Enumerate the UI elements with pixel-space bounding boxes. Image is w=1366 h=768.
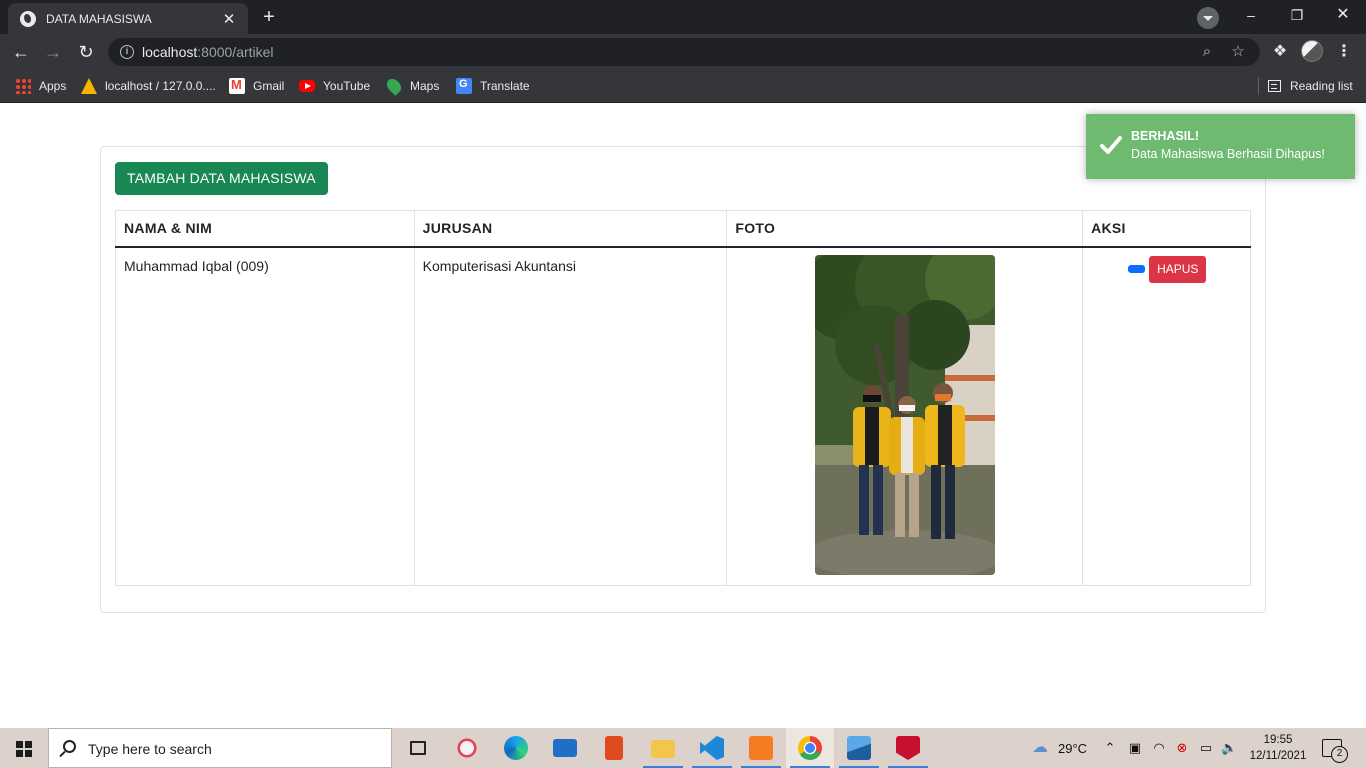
taskbar-app-chrome[interactable] [786,728,834,768]
weather-cloud-icon[interactable]: ☁ [1030,740,1050,756]
tab-close-icon[interactable]: ✕ [220,10,238,28]
weather-temp[interactable]: 29°C [1058,741,1087,756]
edge-icon [504,736,528,760]
youtube-icon [299,80,315,92]
cell-aksi: HAPUS [1082,246,1251,586]
chrome-icon [798,736,822,760]
antivirus-alert-icon[interactable]: ⊗ [1174,740,1190,756]
check-icon [1100,136,1122,154]
taskbar-app-xampp[interactable] [737,728,785,768]
reload-button[interactable]: ↻ [73,39,99,65]
cell-jurusan: Komputerisasi Akuntansi [413,246,728,586]
apps-grid-icon [15,78,31,94]
system-clock[interactable]: 19:55 12/11/2021 [1248,732,1308,764]
minimize-button[interactable]: – [1228,0,1274,30]
url-text[interactable]: localhost:8000/artikel [142,44,274,60]
add-student-button[interactable]: TAMBAH DATA MAHASISWA [115,162,328,195]
windows-taskbar: Type here to search ☁ 29°C ⌃ ▣ ◠ ⊗ ▭ 🔈 1… [0,728,1366,768]
zoom-icon[interactable]: ⌕ [1198,43,1216,61]
taskbar-search[interactable]: Type here to search [48,728,392,768]
bookmarks-bar: Apps localhost / 127.0.0.... Gmail YouTu… [0,70,1366,103]
maps-icon [384,76,404,96]
browser-titlebar: DATA MAHASISWA ✕ + – ❐ ✕ [0,0,1366,34]
page-content: TAMBAH DATA MAHASISWA NAMA & NIM JURUSAN… [0,104,1366,728]
search-icon [63,740,76,753]
office-icon [605,736,623,760]
extensions-icon[interactable]: ❖ [1268,40,1292,64]
toast-title: BERHASIL! [1131,129,1200,143]
cell-foto [726,246,1084,586]
close-window-button[interactable]: ✕ [1320,0,1366,30]
success-toast[interactable]: BERHASIL! Data Mahasiswa Berhasil Dihapu… [1086,114,1355,179]
xampp-icon [81,78,97,94]
header-foto: FOTO [726,210,1084,248]
start-button[interactable] [0,728,48,768]
site-info-icon[interactable]: i [120,45,134,59]
bookmark-localhost[interactable]: localhost / 127.0.0.... [81,77,216,95]
edit-button[interactable] [1128,265,1146,273]
taskbar-app-explorer[interactable] [639,728,687,768]
forward-button[interactable]: → [40,39,66,65]
student-photo [814,254,995,575]
globe-icon [20,10,36,27]
photos-icon [847,736,871,760]
translate-icon [456,78,472,94]
taskbar-app-photos[interactable] [835,728,883,768]
header-nama-nim: NAMA & NIM [115,210,415,248]
header-jurusan: JURUSAN [413,210,728,248]
browser-tab[interactable]: DATA MAHASISWA ✕ [8,3,248,34]
address-bar[interactable]: i localhost:8000/artikel ⌕ ☆ [108,38,1260,66]
bookmark-translate[interactable]: Translate [456,77,530,95]
mcafee-icon [896,736,920,760]
tab-search-button[interactable] [1197,7,1219,29]
tab-title: DATA MAHASISWA [46,11,152,26]
back-button[interactable]: ← [8,39,34,65]
reading-list-button[interactable]: Reading list [1258,77,1353,95]
taskbar-app-vscode[interactable] [688,728,736,768]
task-view-icon [410,741,426,755]
taskbar-app-mcafee[interactable] [884,728,932,768]
bookmark-gmail[interactable]: Gmail [229,77,284,95]
data-card: TAMBAH DATA MAHASISWA NAMA & NIM JURUSAN… [100,146,1266,613]
taskbar-app-mail[interactable] [541,728,589,768]
browser-toolbar: ← → ↻ i localhost:8000/artikel ⌕ ☆ ❖ ⋮ [0,34,1366,70]
clock-date: 12/11/2021 [1249,750,1307,762]
wifi-icon[interactable]: ◠ [1151,740,1167,756]
battery-icon[interactable]: ▭ [1198,740,1214,756]
students-table: NAMA & NIM JURUSAN FOTO AKSI Muhammad Iq… [115,210,1251,586]
volume-icon[interactable]: 🔈 [1221,740,1237,756]
table-row: Muhammad Iqbal (009) Komputerisasi Akunt… [115,246,1251,586]
restore-button[interactable]: ❐ [1274,0,1320,30]
toast-message: Data Mahasiswa Berhasil Dihapus! [1131,147,1325,161]
new-tab-button[interactable]: + [258,7,280,29]
clock-time: 19:55 [1263,734,1293,746]
delete-button[interactable]: HAPUS [1149,255,1207,283]
cell-nama-nim: Muhammad Iqbal (009) [115,246,415,586]
bookmark-star-icon[interactable]: ☆ [1229,43,1247,61]
profile-avatar[interactable] [1301,40,1323,62]
meet-now-icon[interactable]: ▣ [1127,740,1143,756]
gmail-icon [229,77,245,94]
taskbar-app-office[interactable] [590,728,638,768]
mail-icon [553,739,577,757]
windows-logo-icon [16,741,32,757]
xampp-control-icon [749,736,773,760]
table-header-row: NAMA & NIM JURUSAN FOTO AKSI [115,210,1251,248]
notification-count-badge: 2 [1331,746,1348,763]
taskbar-app-edge[interactable] [492,728,540,768]
task-view-button[interactable] [394,728,442,768]
show-hidden-icons-chevron-icon[interactable]: ⌃ [1102,740,1118,756]
bookmark-maps[interactable]: Maps [384,76,439,96]
reading-list-icon [1268,80,1281,92]
menu-kebab-icon[interactable]: ⋮ [1332,40,1356,64]
bookmark-youtube[interactable]: YouTube [299,77,370,95]
file-explorer-icon [651,740,675,758]
taskbar-app-snip[interactable] [443,728,491,768]
vscode-icon [700,736,724,760]
bookmark-apps[interactable]: Apps [15,77,66,95]
snip-sketch-icon [455,736,479,760]
search-placeholder: Type here to search [88,741,212,757]
header-aksi: AKSI [1082,210,1251,248]
